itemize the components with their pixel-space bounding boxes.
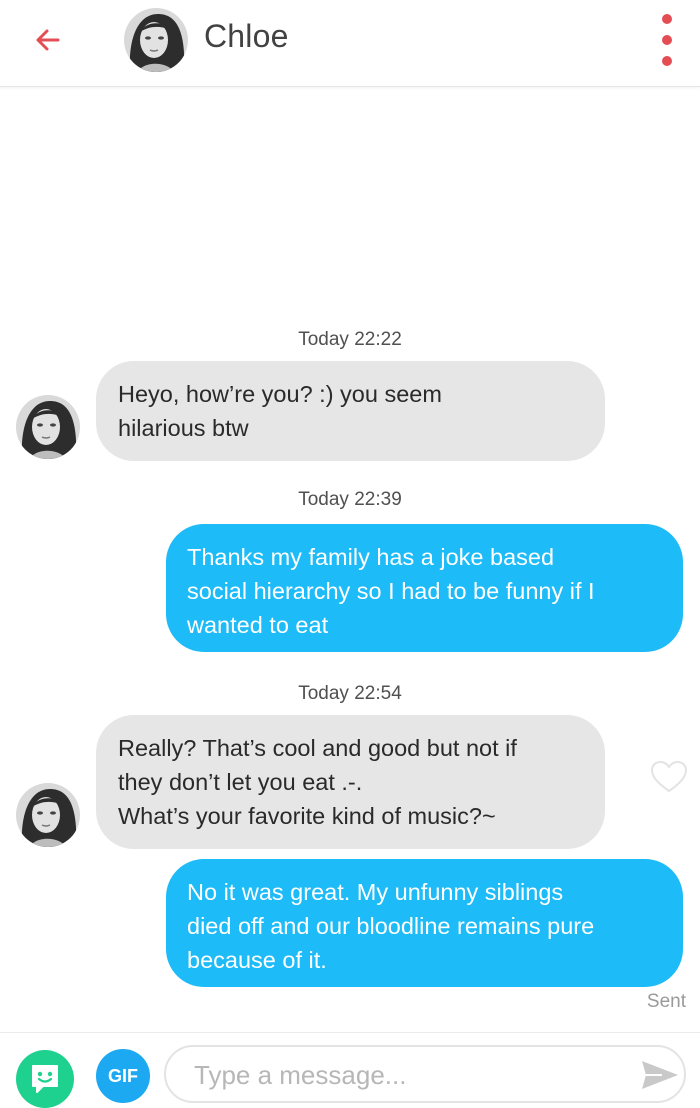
message-timestamp: Today 22:22	[298, 329, 402, 350]
more-options-button[interactable]	[650, 14, 684, 66]
message-composer: GIF	[0, 1032, 700, 1108]
like-heart-icon[interactable]	[650, 760, 688, 794]
contact-name[interactable]: Chloe	[204, 18, 289, 55]
message-input-container	[164, 1045, 686, 1103]
outgoing-message[interactable]: No it was great. My unfunny siblings die…	[166, 859, 683, 987]
arrow-left-icon	[36, 29, 60, 51]
chat-header: Chloe	[0, 0, 700, 87]
message-input[interactable]	[192, 1056, 616, 1094]
incoming-message[interactable]: Really? That’s cool and good but not if …	[96, 715, 605, 849]
more-vertical-icon	[662, 14, 672, 24]
sender-avatar[interactable]	[16, 783, 80, 847]
send-icon[interactable]	[640, 1058, 680, 1092]
incoming-message[interactable]: Heyo, how’re you? :) you seem hilarious …	[96, 361, 605, 461]
contact-avatar[interactable]	[124, 8, 188, 72]
message-timestamp: Today 22:54	[298, 683, 402, 704]
sender-avatar[interactable]	[16, 395, 80, 459]
outgoing-message[interactable]: Thanks my family has a joke based social…	[166, 524, 683, 652]
back-button[interactable]	[28, 20, 68, 60]
sent-status: Sent	[646, 991, 686, 1012]
sticker-button[interactable]	[16, 1050, 74, 1108]
gif-button[interactable]: GIF	[96, 1049, 150, 1103]
message-timestamp: Today 22:39	[298, 489, 402, 510]
sticker-icon	[32, 1065, 58, 1093]
